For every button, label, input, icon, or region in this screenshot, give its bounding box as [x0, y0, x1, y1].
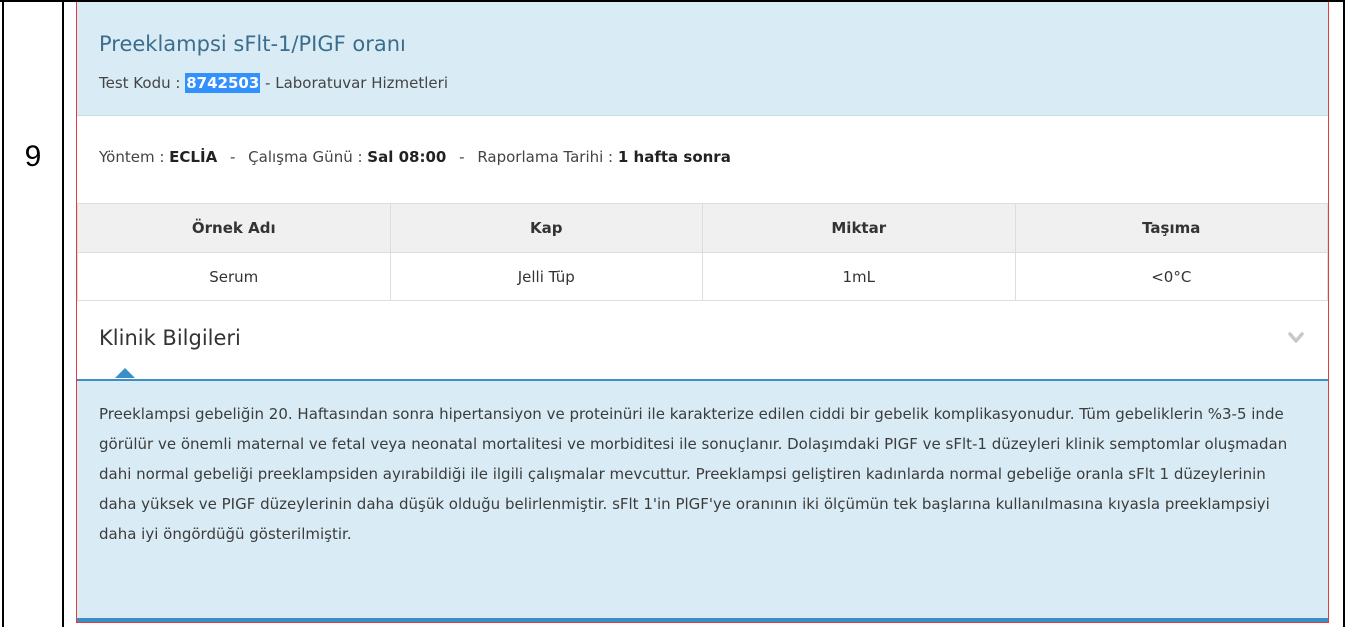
clinic-info-title: Klinik Bilgileri [99, 326, 241, 350]
test-code-value[interactable]: 8742503 [185, 73, 261, 93]
column-header: Taşıma [1014, 203, 1328, 253]
column-header: Örnek Adı [77, 203, 391, 253]
active-tab-pointer [115, 368, 135, 378]
test-department: - Laboratuvar Hizmetleri [260, 74, 448, 92]
clinic-info-panel: Preeklampsi gebeliğin 20. Haftasından so… [77, 381, 1328, 622]
test-code-label: Test Kodu : [99, 74, 186, 92]
table-cell: Serum [77, 252, 391, 301]
table-cell: Jelli Tüp [389, 252, 703, 301]
method-line: Yöntem : ECLİA - Çalışma Günü : Sal 08:0… [99, 148, 731, 166]
table-cell: <0°C [1014, 252, 1328, 301]
separator: - [459, 148, 465, 166]
page: 9 Preeklampsi sFlt-1/PIGF oranı Test Kod… [0, 0, 1364, 627]
test-header: Preeklampsi sFlt-1/PIGF oranı Test Kodu … [77, 2, 1328, 116]
test-code-line: Test Kodu : 8742503 - Laboratuvar Hizmet… [99, 73, 448, 93]
test-title: Preeklampsi sFlt-1/PIGF oranı [99, 32, 406, 56]
report-date-label: Raporlama Tarihi : [477, 148, 618, 166]
table-border-right [1343, 0, 1345, 627]
table-header-row: Örnek Adı Kap Miktar Taşıma [77, 203, 1328, 253]
row-number: 9 [24, 140, 42, 173]
column-header: Kap [389, 203, 703, 253]
work-day-value: Sal 08:00 [367, 148, 447, 166]
table-border-left [2, 0, 4, 627]
clinic-info-toggle[interactable]: Klinik Bilgileri [77, 302, 1328, 381]
method-value: ECLİA [169, 148, 218, 166]
work-day-label: Çalışma Günü : [248, 148, 368, 166]
sample-table: Örnek Adı Kap Miktar Taşıma Serum Jelli … [77, 203, 1328, 301]
test-card: Preeklampsi sFlt-1/PIGF oranı Test Kodu … [76, 2, 1329, 623]
separator: - [229, 148, 236, 166]
table-cell: 1mL [702, 252, 1016, 301]
clinic-info-text: Preeklampsi gebeliğin 20. Haftasından so… [99, 405, 1288, 543]
column-header: Miktar [702, 203, 1016, 253]
chevron-down-icon[interactable] [1288, 332, 1304, 344]
table-row: Serum Jelli Tüp 1mL <0°C [77, 252, 1328, 301]
table-border-divider [62, 0, 64, 627]
report-date-value: 1 hafta sonra [617, 148, 731, 166]
method-label: Yöntem : [99, 148, 170, 166]
